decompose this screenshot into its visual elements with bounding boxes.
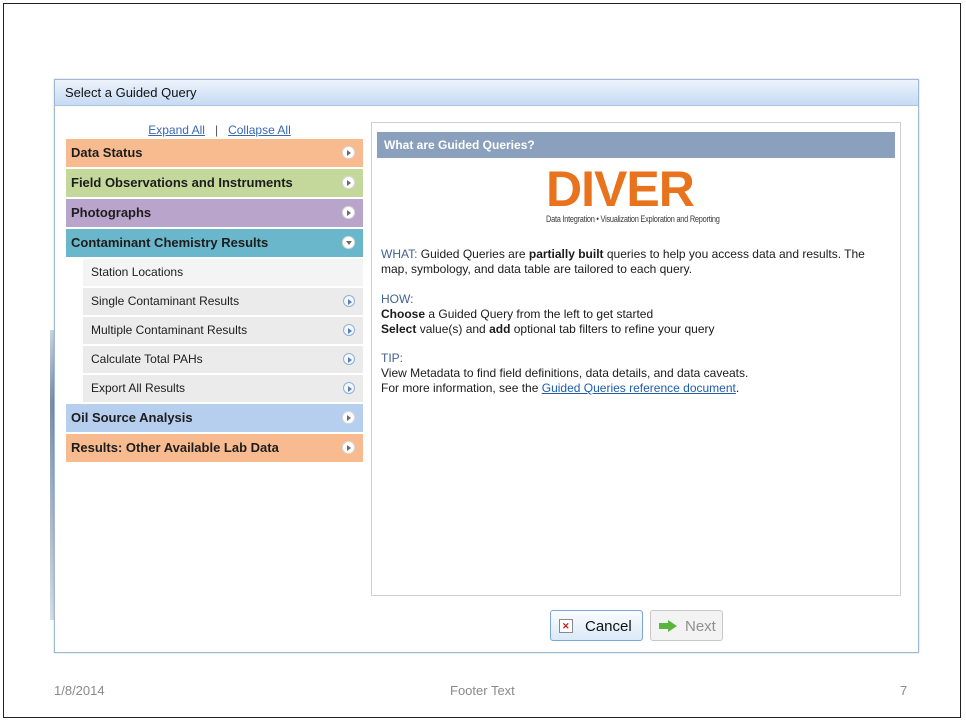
tip-paragraph: TIP: View Metadata to find field definit… xyxy=(381,351,891,396)
footer-text: Footer Text xyxy=(450,683,515,698)
category-data-status[interactable]: Data Status xyxy=(66,139,363,167)
logo-wordmark: DIVER xyxy=(546,161,695,217)
logo-tagline: Data Integration • Visualization Explora… xyxy=(546,214,720,224)
subitem-arrow-icon[interactable] xyxy=(343,353,355,365)
subitem-label: Multiple Contaminant Results xyxy=(91,323,248,337)
subitem-station-locations[interactable]: Station Locations xyxy=(83,259,363,286)
info-header: What are Guided Queries? xyxy=(377,132,895,158)
collapse-arrow-icon[interactable] xyxy=(342,236,355,249)
how-label: HOW: xyxy=(381,292,414,306)
category-label: Data Status xyxy=(71,145,143,160)
category-label: Photographs xyxy=(71,205,152,220)
expand-arrow-icon[interactable] xyxy=(342,146,355,159)
subitem-label: Calculate Total PAHs xyxy=(91,352,203,366)
subitem-multiple-contaminant[interactable]: Multiple Contaminant Results xyxy=(83,317,363,344)
footer-date: 1/8/2014 xyxy=(54,683,105,698)
cancel-label: Cancel xyxy=(585,618,632,635)
diver-logo: DIVER Data Integration • Visualization E… xyxy=(546,161,726,233)
subitem-calculate-pahs[interactable]: Calculate Total PAHs xyxy=(83,346,363,373)
next-label: Next xyxy=(685,618,716,635)
cancel-icon xyxy=(559,611,573,642)
subitem-arrow-icon[interactable] xyxy=(343,324,355,336)
query-category-panel: Expand All | Collapse All Data Status Fiel… xyxy=(66,122,363,464)
expand-all-link[interactable]: Expand All xyxy=(148,123,205,137)
tip-line-2-end: . xyxy=(735,381,740,395)
category-other-lab-data[interactable]: Results: Other Available Lab Data xyxy=(66,434,363,462)
collapse-all-link[interactable]: Collapse All xyxy=(228,123,291,137)
how-line-2: Select value(s) and add optional tab fil… xyxy=(381,322,891,337)
how-line-1-text: a Guided Query from the left to get star… xyxy=(425,307,654,321)
category-photographs[interactable]: Photographs xyxy=(66,199,363,227)
subitem-arrow-icon[interactable] xyxy=(343,382,355,394)
tip-line-2-text: For more information, see the xyxy=(381,381,542,395)
how-line-2-mid: value(s) and xyxy=(416,322,490,336)
subitem-label: Station Locations xyxy=(91,265,184,279)
category-label: Results: Other Available Lab Data xyxy=(71,440,279,455)
guided-query-dialog: Select a Guided Query Expand All | Collaps… xyxy=(54,79,919,653)
how-select: Select xyxy=(381,322,417,336)
info-panel: What are Guided Queries? DIVER Data Inte… xyxy=(371,122,901,596)
subitem-label: Export All Results xyxy=(91,381,186,395)
cancel-button[interactable]: Cancel xyxy=(550,610,643,642)
how-paragraph: HOW: Choose a Guided Query from the left… xyxy=(381,292,891,337)
expand-arrow-icon[interactable] xyxy=(342,176,355,189)
subitem-single-contaminant[interactable]: Single Contaminant Results xyxy=(83,288,363,315)
what-bold: partially built xyxy=(528,247,604,261)
next-button[interactable]: Next xyxy=(650,610,723,641)
expander-separator: | xyxy=(214,123,219,137)
what-paragraph: WHAT: Guided Queries are partially built… xyxy=(381,247,891,277)
category-label: Oil Source Analysis xyxy=(71,410,193,425)
tip-label: TIP: xyxy=(381,351,404,365)
how-line-1: Choose a Guided Query from the left to g… xyxy=(381,307,891,322)
category-label: Contaminant Chemistry Results xyxy=(71,235,269,250)
next-arrow-icon xyxy=(659,620,677,632)
how-choose: Choose xyxy=(381,307,426,321)
tip-line-1: View Metadata to find field definitions,… xyxy=(381,366,749,380)
expand-collapse-controls: Expand All | Collapse All xyxy=(66,122,363,139)
what-label: WHAT: xyxy=(381,247,418,261)
expand-arrow-icon[interactable] xyxy=(342,411,355,424)
expand-arrow-icon[interactable] xyxy=(342,206,355,219)
subitem-label: Single Contaminant Results xyxy=(91,294,240,308)
category-field-observations[interactable]: Field Observations and Instruments xyxy=(66,169,363,197)
subitem-export-all[interactable]: Export All Results xyxy=(83,375,363,402)
what-text: Guided Queries are xyxy=(417,247,529,261)
expand-arrow-icon[interactable] xyxy=(342,441,355,454)
category-oil-source-analysis[interactable]: Oil Source Analysis xyxy=(66,404,363,432)
how-line-2-text: optional tab filters to refine your quer… xyxy=(510,322,715,336)
category-contaminant-chemistry[interactable]: Contaminant Chemistry Results xyxy=(66,229,363,257)
reference-document-link[interactable]: Guided Queries reference document xyxy=(542,381,736,395)
how-add: add xyxy=(489,322,511,336)
subitem-arrow-icon[interactable] xyxy=(343,295,355,307)
footer-page-number: 7 xyxy=(900,683,908,698)
dialog-title: Select a Guided Query xyxy=(55,80,918,106)
category-label: Field Observations and Instruments xyxy=(71,175,293,190)
tip-line-2: For more information, see the Guided Que… xyxy=(381,381,891,396)
